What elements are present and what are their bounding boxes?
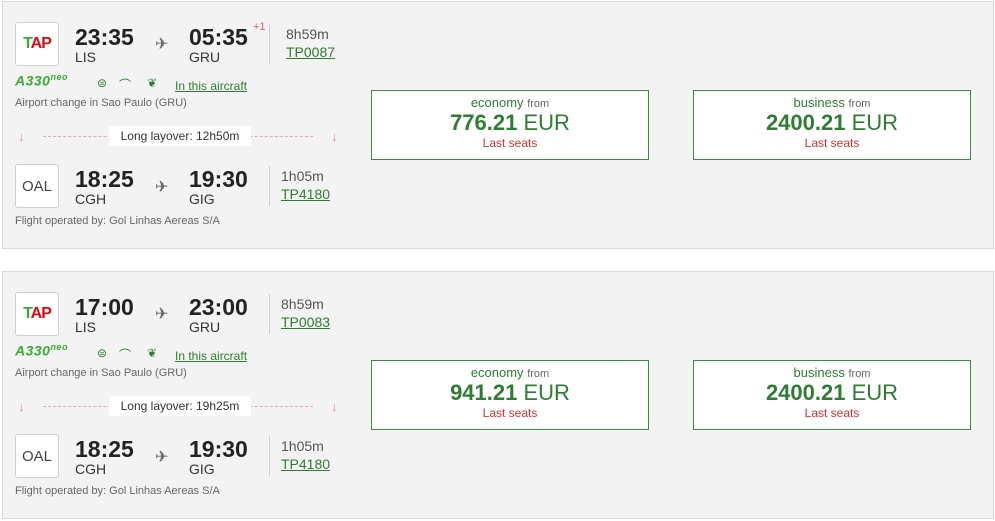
operating-airline-logo: OAL <box>15 434 59 478</box>
flight-card: TAP 17:00 LIS ✈ 23:00 GRU 8h59m TP0083 A… <box>2 271 994 519</box>
departure-airport: LIS <box>75 319 97 335</box>
arrival-time: 19:30 <box>189 436 248 462</box>
layover-label: Long layover: 19h25m <box>109 396 251 416</box>
wifi-icon: ⊜ <box>97 346 108 360</box>
flight-duration: 8h59m <box>281 296 324 312</box>
business-fare-button[interactable]: business from 2400.21 EUR Last seats <box>693 90 971 160</box>
seat-recline-icon: ⌒ <box>119 78 132 92</box>
operated-by-note: Flight operated by: Gol Linhas Aereas S/… <box>15 215 220 227</box>
fare-price: 776.21 <box>450 110 518 135</box>
last-seats-badge: Last seats <box>482 136 538 150</box>
departure-time: 23:35 <box>75 24 134 50</box>
departure-time: 17:00 <box>75 294 134 320</box>
departure-airport: LIS <box>75 49 97 65</box>
arrow-down-icon: ↓ <box>331 129 338 144</box>
fare-currency: EUR <box>523 380 570 405</box>
flight-number-link[interactable]: TP0083 <box>281 314 330 330</box>
wifi-icon: ⊜ <box>97 76 108 90</box>
flight-duration: 1h05m <box>281 168 324 184</box>
plane-icon: ✈ <box>155 179 169 196</box>
last-seats-badge: Last seats <box>482 406 538 420</box>
airport-change-note: Airport change in Sao Paulo (GRU) <box>15 97 187 109</box>
plane-icon: ✈ <box>155 306 169 323</box>
last-seats-badge: Last seats <box>804 136 860 150</box>
airport-change-note: Airport change in Sao Paulo (GRU) <box>15 367 187 379</box>
arrival-time: 19:30 <box>189 166 248 192</box>
divider <box>269 24 270 64</box>
arrival-time: 05:35 <box>189 24 248 50</box>
arrival-airport: GIG <box>189 461 215 477</box>
arrival-time: 23:00 <box>189 294 248 320</box>
flight-number-link[interactable]: TP0087 <box>286 44 335 60</box>
aircraft-model: A330neo <box>15 72 68 89</box>
fare-class: business <box>793 365 845 380</box>
arrival-airport: GIG <box>189 191 215 207</box>
arrival-airport: GRU <box>189 49 221 65</box>
arrow-down-icon: ↓ <box>18 399 25 414</box>
economy-fare-button[interactable]: economy from 941.21 EUR Last seats <box>371 360 649 430</box>
arrival-airport: GRU <box>189 319 221 335</box>
fare-currency: EUR <box>851 380 899 405</box>
plane-icon: ✈ <box>155 449 169 466</box>
departure-time: 18:25 <box>75 436 134 462</box>
day-offset: +1 <box>253 21 266 33</box>
fare-currency: EUR <box>523 110 570 135</box>
plane-icon: ✈ <box>155 36 169 53</box>
in-this-aircraft-link[interactable]: In this aircraft <box>175 349 247 363</box>
from-label: from <box>848 368 871 380</box>
departure-time: 18:25 <box>75 166 134 192</box>
arrow-down-icon: ↓ <box>18 129 25 144</box>
operating-airline-logo: OAL <box>15 164 59 208</box>
fare-class: economy <box>470 95 524 110</box>
leaf-icon: ❦ <box>147 346 158 360</box>
tap-airline-logo: TAP <box>15 292 59 336</box>
business-fare-button[interactable]: business from 2400.21 EUR Last seats <box>693 360 971 430</box>
in-this-aircraft-link[interactable]: In this aircraft <box>175 79 247 93</box>
last-seats-badge: Last seats <box>804 406 860 420</box>
flight-number-link[interactable]: TP4180 <box>281 186 330 202</box>
from-label: from <box>527 368 550 380</box>
divider <box>269 294 270 334</box>
layover-label: Long layover: 12h50m <box>109 126 251 146</box>
tap-airline-logo: TAP <box>15 22 59 66</box>
divider <box>269 166 270 206</box>
arrow-down-icon: ↓ <box>331 399 338 414</box>
leaf-icon: ❦ <box>147 76 158 90</box>
flight-number-link[interactable]: TP4180 <box>281 456 330 472</box>
flight-duration: 1h05m <box>281 438 324 454</box>
fare-class: economy <box>470 365 524 380</box>
flight-card: TAP 23:35 LIS ✈ 05:35 +1 GRU 8h59m TP008… <box>2 1 994 249</box>
operated-by-note: Flight operated by: Gol Linhas Aereas S/… <box>15 485 220 497</box>
divider <box>269 436 270 476</box>
fare-class: business <box>793 95 845 110</box>
departure-airport: CGH <box>75 191 107 207</box>
flight-duration: 8h59m <box>286 26 329 42</box>
from-label: from <box>527 98 550 110</box>
fare-price: 941.21 <box>450 380 518 405</box>
departure-airport: CGH <box>75 461 107 477</box>
seat-recline-icon: ⌒ <box>119 348 132 362</box>
fare-price: 2400.21 <box>765 110 846 135</box>
from-label: from <box>848 98 871 110</box>
economy-fare-button[interactable]: economy from 776.21 EUR Last seats <box>371 90 649 160</box>
fare-price: 2400.21 <box>765 380 846 405</box>
aircraft-model: A330neo <box>15 342 68 359</box>
fare-currency: EUR <box>851 110 899 135</box>
